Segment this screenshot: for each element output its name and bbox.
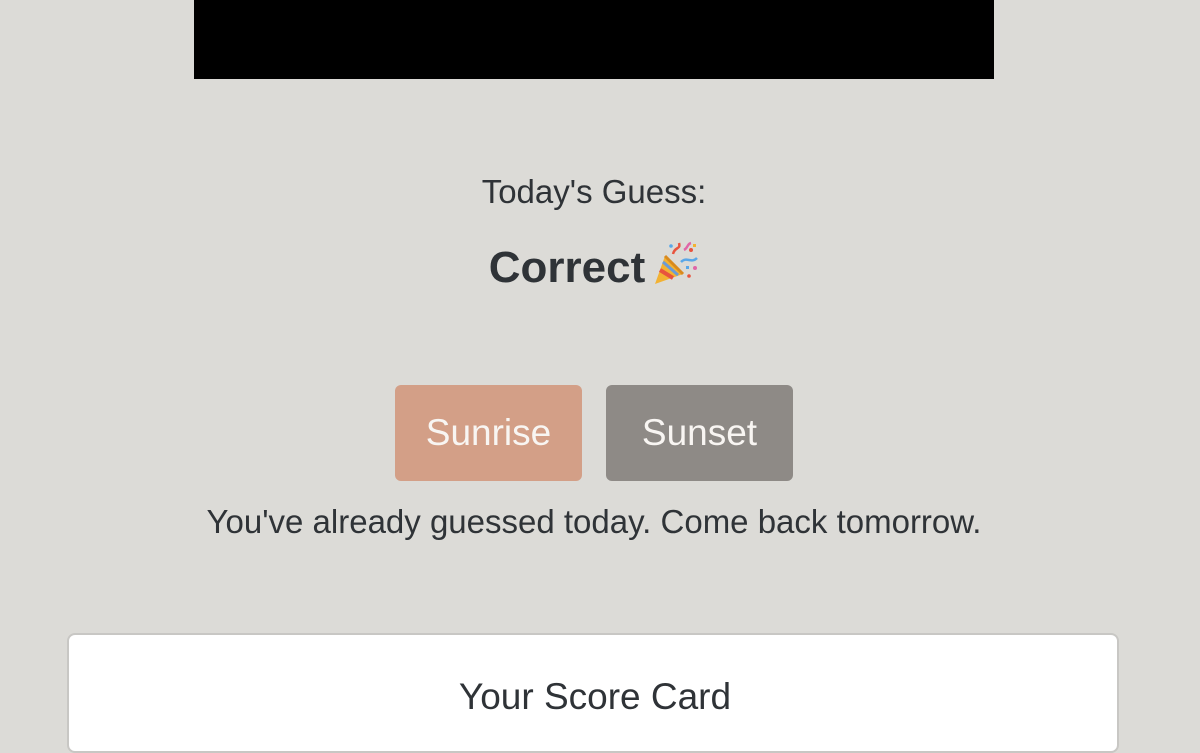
guess-label: Today's Guess: bbox=[481, 173, 707, 210]
party-popper-icon bbox=[651, 240, 699, 288]
guess-result-text: Correct bbox=[488, 243, 646, 292]
score-card-title: Your Score Card bbox=[458, 676, 732, 717]
sunset-button[interactable]: Sunset bbox=[606, 385, 793, 481]
video-frame bbox=[194, 0, 994, 79]
guess-result: Correct bbox=[0, 240, 1188, 294]
score-card: Your Score Card bbox=[67, 633, 1119, 753]
already-guessed-message: You've already guessed today. Come back … bbox=[206, 503, 982, 540]
sunrise-button[interactable]: Sunrise bbox=[395, 385, 582, 481]
